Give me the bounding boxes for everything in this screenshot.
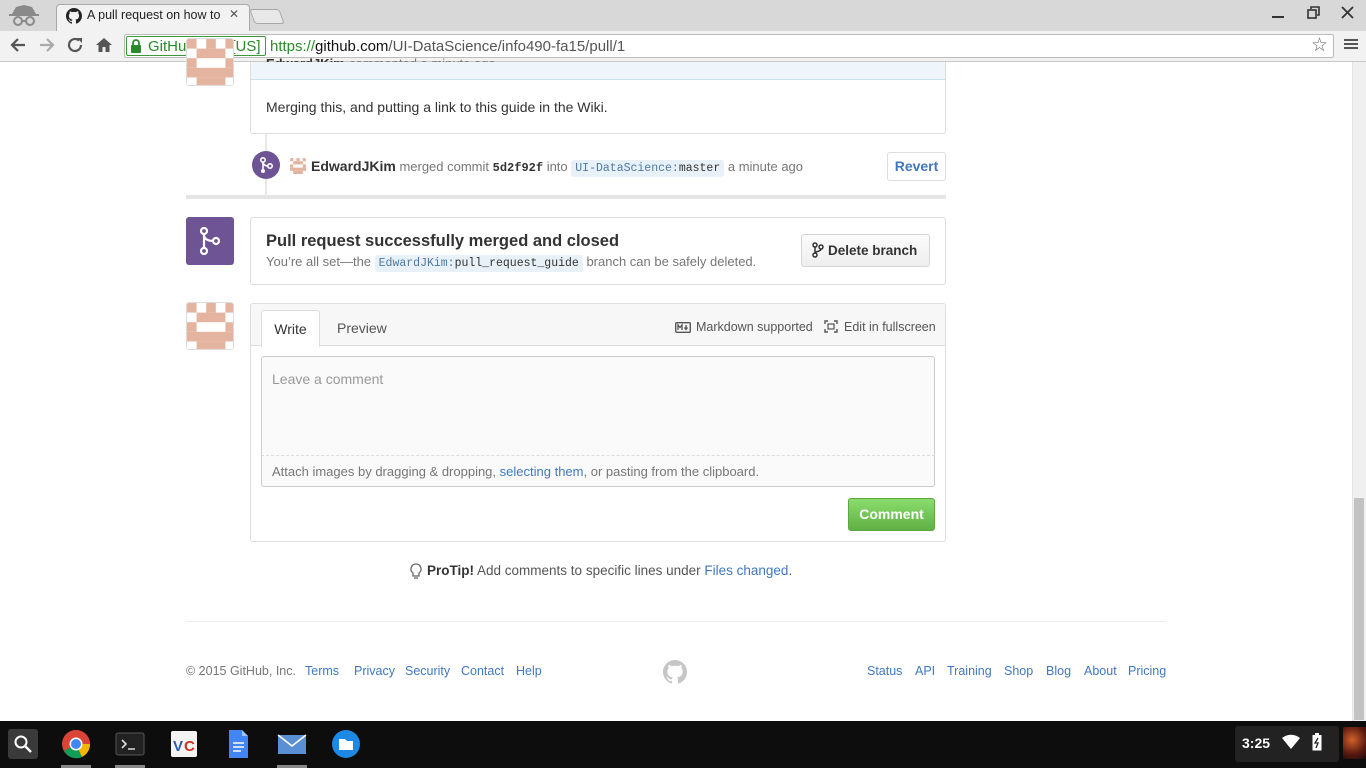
docs-icon[interactable] [222, 728, 254, 760]
url-host: github.com [315, 38, 389, 55]
git-merge-icon [252, 151, 280, 179]
chrome-menu-icon[interactable] [1344, 37, 1358, 51]
chrome-icon[interactable] [60, 728, 92, 760]
url-scheme: https:// [270, 38, 316, 55]
mail-icon[interactable] [276, 728, 308, 760]
svg-text:V: V [173, 738, 183, 755]
footer-link-blog[interactable]: Blog [1046, 664, 1071, 678]
comment-textarea[interactable] [261, 356, 935, 456]
revert-button[interactable]: Revert [887, 152, 946, 181]
footer-link-help[interactable]: Help [516, 664, 542, 678]
footer-link-training[interactable]: Training [947, 664, 992, 678]
git-branch-icon [812, 242, 824, 258]
vnc-icon[interactable]: VC [168, 728, 200, 760]
bookmark-star-icon[interactable]: ☆ [1311, 34, 1328, 57]
user-profile-avatar[interactable] [1343, 727, 1366, 759]
window-close-icon[interactable] [1341, 6, 1354, 22]
footer-link-status[interactable]: Status [867, 664, 902, 678]
protip: ProTip! Add comments to specific lines u… [427, 563, 792, 578]
scrollbar-thumb[interactable] [1354, 498, 1364, 720]
footer-link-about[interactable]: About [1084, 664, 1117, 678]
merge-event-into: into [546, 159, 568, 174]
branch-sep: : [447, 257, 455, 270]
merge-sub-before: You’re all set—the [266, 254, 372, 269]
github-favicon-icon [66, 8, 83, 24]
light-bulb-icon [410, 563, 422, 580]
protip-text: Add comments to specific lines under [477, 563, 701, 578]
target-branch-ref[interactable]: UI-DataScience:master [571, 160, 725, 177]
home-icon[interactable] [94, 36, 114, 59]
comment-body: Merging this, and putting a link to this… [266, 99, 608, 115]
markdown-supported-link[interactable]: Markdown supported [696, 320, 813, 334]
launcher-search-icon[interactable] [8, 729, 38, 759]
svg-text:C: C [184, 738, 195, 755]
timeline-divider [186, 195, 946, 199]
os-shelf [0, 721, 1366, 768]
avatar[interactable] [186, 38, 234, 86]
tab-preview[interactable]: Preview [337, 320, 387, 336]
edit-fullscreen-link[interactable]: Edit in fullscreen [844, 320, 936, 334]
tab-write[interactable]: Write [261, 310, 320, 347]
tab-title: A pull request on how to [87, 8, 221, 22]
forward-icon[interactable] [37, 36, 57, 59]
merged-status-icon [186, 217, 234, 265]
protip-end: . [788, 563, 793, 578]
protip-label: ProTip! [427, 563, 474, 578]
lock-icon [130, 39, 142, 53]
branch-user: EdwardJKim [378, 257, 448, 270]
github-octocat-icon[interactable] [663, 660, 687, 684]
footer-copyright: © 2015 GitHub, Inc. [186, 664, 296, 678]
attach-before: Attach images by dragging & dropping, [272, 464, 497, 479]
ref-sep: : [671, 162, 679, 175]
reload-icon[interactable] [65, 36, 85, 59]
mini-avatar[interactable] [290, 158, 306, 174]
comment-header [251, 62, 945, 80]
files-changed-link[interactable]: Files changed [704, 563, 788, 578]
markdown-icon[interactable] [674, 321, 692, 334]
merge-status-subtitle: You’re all set—the EdwardJKim:pull_reque… [266, 254, 757, 272]
clock[interactable]: 3:25 [1242, 735, 1270, 751]
url-path: /UI-DataScience/info490-fa15/pull/1 [388, 38, 626, 55]
comment-submit-button[interactable]: Comment [848, 498, 935, 531]
incognito-icon [6, 2, 42, 28]
battery-icon [1312, 733, 1322, 754]
current-user-avatar[interactable] [186, 302, 234, 350]
merge-event-text: EdwardJKim merged commit 5d2f92f into UI… [311, 158, 804, 177]
new-tab-button[interactable] [249, 9, 285, 24]
footer-link-shop[interactable]: Shop [1004, 664, 1033, 678]
branch-name: pull_request_guide [454, 257, 579, 270]
merge-event-user[interactable]: EdwardJKim [311, 158, 396, 174]
footer-link-pricing[interactable]: Pricing [1128, 664, 1166, 678]
merge-event-verb: merged commit [399, 159, 490, 174]
select-files-link[interactable]: selecting them [500, 464, 584, 479]
fullscreen-icon[interactable] [824, 320, 838, 333]
ref-repo: UI-DataScience [575, 162, 672, 175]
terminal-icon[interactable] [114, 728, 146, 760]
tab-close-icon[interactable]: ✕ [229, 7, 239, 21]
footer-link-privacy[interactable]: Privacy [354, 664, 395, 678]
back-icon[interactable] [8, 36, 28, 59]
commit-sha[interactable]: 5d2f92f [493, 161, 543, 175]
minimize-icon[interactable] [1272, 6, 1284, 22]
ref-branch: master [678, 162, 721, 175]
attach-hint: Attach images by dragging & dropping, se… [272, 464, 759, 479]
url-text[interactable]: https://github.com/UI-DataScience/info49… [270, 38, 625, 55]
head-branch-ref[interactable]: EdwardJKim:pull_request_guide [374, 255, 583, 272]
footer-divider [186, 621, 1166, 622]
merge-event-time: a minute ago [727, 159, 804, 174]
attach-after: , or pasting from the clipboard. [583, 464, 760, 479]
merge-sub-after: branch can be safely deleted. [586, 254, 757, 269]
footer-link-terms[interactable]: Terms [305, 664, 339, 678]
footer-link-contact[interactable]: Contact [461, 664, 504, 678]
merge-status-title: Pull request successfully merged and clo… [266, 232, 620, 250]
restore-icon[interactable] [1307, 6, 1320, 22]
footer-link-api[interactable]: API [915, 664, 935, 678]
files-icon[interactable] [330, 728, 362, 760]
footer-link-security[interactable]: Security [405, 664, 450, 678]
wifi-icon [1282, 734, 1300, 753]
